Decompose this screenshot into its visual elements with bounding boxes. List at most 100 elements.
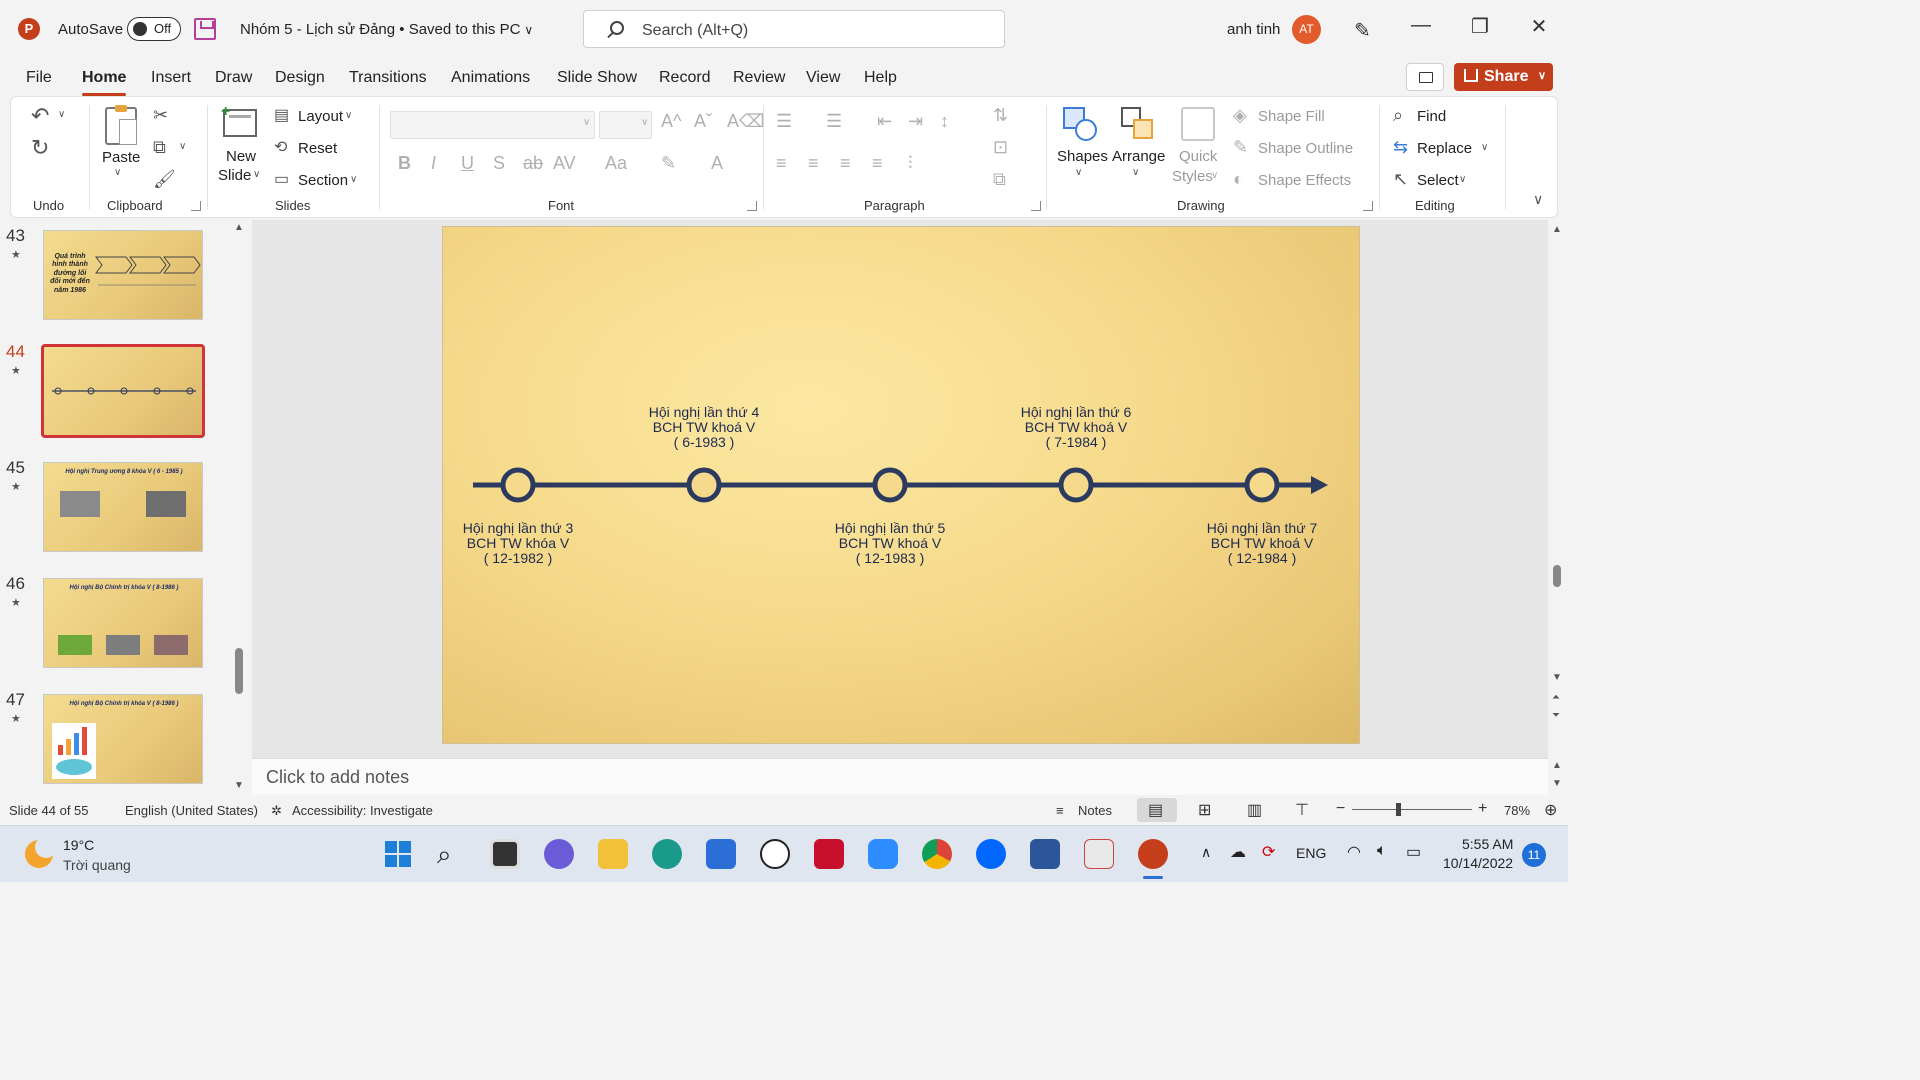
copy-icon[interactable]: ⧉: [153, 137, 166, 158]
restore-icon[interactable]: ❐: [1465, 14, 1495, 39]
replace-icon[interactable]: ⇆: [1393, 137, 1408, 158]
search-icon[interactable]: ⌕: [437, 839, 467, 869]
slide-44[interactable]: Hội nghị lần thứ 4 BCH TW khoá V ( 6-198…: [443, 227, 1359, 743]
bold-icon[interactable]: B: [398, 153, 411, 174]
dialog-launcher-icon[interactable]: [747, 201, 757, 211]
thumbnail-scrollbar[interactable]: [235, 648, 243, 694]
reset-button[interactable]: Reset: [298, 140, 337, 157]
language-status[interactable]: English (United States): [125, 803, 258, 818]
store-icon[interactable]: [706, 839, 736, 869]
timeline-event-label[interactable]: Hội nghị lần thứ 3 BCH TW khóa V ( 12-19…: [443, 521, 608, 566]
highlight-icon[interactable]: ✎: [661, 153, 676, 174]
save-icon[interactable]: [194, 18, 216, 40]
redo-icon[interactable]: ↻: [31, 135, 49, 161]
tab-help[interactable]: Help: [864, 69, 897, 87]
clock-date[interactable]: 10/14/2022: [1443, 855, 1513, 871]
align-text-icon[interactable]: ⊡: [993, 137, 1008, 158]
slide-thumbnail-47[interactable]: Hội nghị Bộ Chính trị khóa V ( 8-1986 ): [43, 694, 203, 784]
shape-fill-button[interactable]: Shape Fill: [1258, 108, 1325, 125]
timeline-graphic[interactable]: [443, 227, 1359, 743]
font-name-select[interactable]: [390, 111, 595, 139]
format-painter-icon[interactable]: 🖌: [153, 169, 176, 190]
chevron-down-icon[interactable]: ∨: [345, 110, 352, 121]
timeline-event-label[interactable]: Hội nghị lần thứ 7 BCH TW khoá V ( 12-19…: [1172, 521, 1352, 566]
slide-thumbnail-46[interactable]: Hội nghị Bộ Chính trị khóa V ( 8-1986 ): [43, 578, 203, 668]
clock-time[interactable]: 5:55 AM: [1462, 836, 1513, 852]
numbering-icon[interactable]: ☰: [826, 111, 842, 132]
avatar[interactable]: AT: [1292, 15, 1321, 44]
zoom-icon[interactable]: [868, 839, 898, 869]
timeline-event-label[interactable]: Hội nghị lần thứ 5 BCH TW khoá V ( 12-19…: [800, 521, 980, 566]
word-icon[interactable]: [1030, 839, 1060, 869]
notes-pane[interactable]: Click to add notes: [252, 758, 1548, 795]
shape-effects-button[interactable]: Shape Effects: [1258, 172, 1351, 189]
minimize-icon[interactable]: —: [1406, 14, 1436, 37]
select-icon[interactable]: ↖: [1393, 169, 1408, 190]
align-center-icon[interactable]: ≡: [808, 153, 819, 174]
task-view-icon[interactable]: [490, 839, 520, 869]
find-icon[interactable]: ⌕: [1393, 105, 1403, 126]
slide-sorter-icon[interactable]: ⊞: [1198, 800, 1211, 820]
search-box[interactable]: Search (Alt+Q): [583, 10, 1005, 48]
tab-home[interactable]: Home: [82, 69, 127, 96]
slide-thumbnail-45[interactable]: Hội nghị Trung ương 8 khóa V ( 6 - 1985 …: [43, 462, 203, 552]
increase-indent-icon[interactable]: ⇥: [908, 111, 923, 132]
chevron-down-icon[interactable]: ∨: [114, 167, 121, 178]
chevron-down-icon[interactable]: ∨: [641, 117, 648, 128]
start-icon[interactable]: [383, 839, 413, 869]
chrome-icon[interactable]: [922, 839, 952, 869]
tab-draw[interactable]: Draw: [215, 69, 252, 87]
scrollbar-thumb[interactable]: [1553, 565, 1561, 587]
reading-view-icon[interactable]: ▥: [1247, 800, 1262, 820]
shapes-button[interactable]: Shapes: [1057, 148, 1108, 165]
volume-icon[interactable]: 🔈︎: [1377, 842, 1387, 860]
tab-slide-show[interactable]: Slide Show: [557, 69, 637, 87]
share-button[interactable]: Share ∨: [1454, 63, 1553, 91]
paste-icon[interactable]: [105, 105, 137, 145]
zoom-slider-thumb[interactable]: [1396, 803, 1401, 816]
chevron-up-icon[interactable]: ∧: [1201, 844, 1211, 861]
slide-thumbnail-44[interactable]: [41, 344, 205, 438]
find-button[interactable]: Find: [1417, 108, 1446, 125]
section-icon[interactable]: ▭: [274, 169, 289, 189]
chevron-down-icon[interactable]: ∨: [179, 141, 186, 152]
arrange-button[interactable]: Arrange: [1112, 148, 1165, 165]
zoom-slider[interactable]: [1352, 809, 1472, 810]
previous-slide-icon[interactable]: ⏶: [1552, 692, 1560, 703]
columns-icon[interactable]: ⫶: [908, 153, 913, 174]
tab-view[interactable]: View: [806, 69, 840, 87]
increase-font-icon[interactable]: A^: [661, 111, 681, 132]
cut-icon[interactable]: ✂: [153, 105, 168, 126]
font-color-icon[interactable]: A: [711, 153, 723, 174]
language-indicator[interactable]: ENG: [1296, 845, 1326, 861]
character-spacing-icon[interactable]: AV: [553, 153, 576, 174]
fit-to-window-icon[interactable]: ⊕: [1544, 800, 1557, 820]
change-case-icon[interactable]: Aa: [605, 153, 627, 174]
new-slide-icon[interactable]: +: [221, 103, 257, 137]
layout-button[interactable]: Layout: [298, 108, 343, 125]
dialog-launcher-icon[interactable]: [1031, 201, 1041, 211]
undo-icon[interactable]: ↶: [31, 103, 49, 129]
sync-icon[interactable]: ⟳: [1262, 842, 1275, 862]
decrease-font-icon[interactable]: Aˇ: [694, 111, 712, 132]
close-icon[interactable]: ✕: [1524, 14, 1554, 39]
timeline-event-label[interactable]: Hội nghị lần thứ 4 BCH TW khoá V ( 6-198…: [614, 405, 794, 450]
user-name[interactable]: anh tinh: [1227, 21, 1280, 38]
edge-icon[interactable]: [652, 839, 682, 869]
layout-icon[interactable]: ▤: [274, 105, 289, 125]
smartart-icon[interactable]: ⧉: [993, 169, 1006, 190]
chevron-down-icon[interactable]: ∨: [1459, 174, 1466, 185]
quick-styles-label-1[interactable]: Quick: [1179, 148, 1217, 165]
shape-effects-icon[interactable]: ◐: [1233, 169, 1244, 190]
bullets-icon[interactable]: ☰: [776, 111, 792, 132]
quick-styles-icon[interactable]: [1181, 107, 1215, 141]
notification-badge[interactable]: 11: [1522, 843, 1546, 867]
pen-icon[interactable]: ✎: [1354, 18, 1371, 43]
teams-chat-icon[interactable]: [544, 839, 574, 869]
tab-transitions[interactable]: Transitions: [349, 69, 427, 87]
quick-styles-label-2[interactable]: Styles: [1172, 168, 1213, 185]
dialog-launcher-icon[interactable]: [191, 201, 201, 211]
scroll-down-icon[interactable]: ▼: [1552, 672, 1562, 683]
shadow-icon[interactable]: S: [493, 153, 505, 174]
new-slide-label-2[interactable]: Slide: [218, 167, 251, 184]
